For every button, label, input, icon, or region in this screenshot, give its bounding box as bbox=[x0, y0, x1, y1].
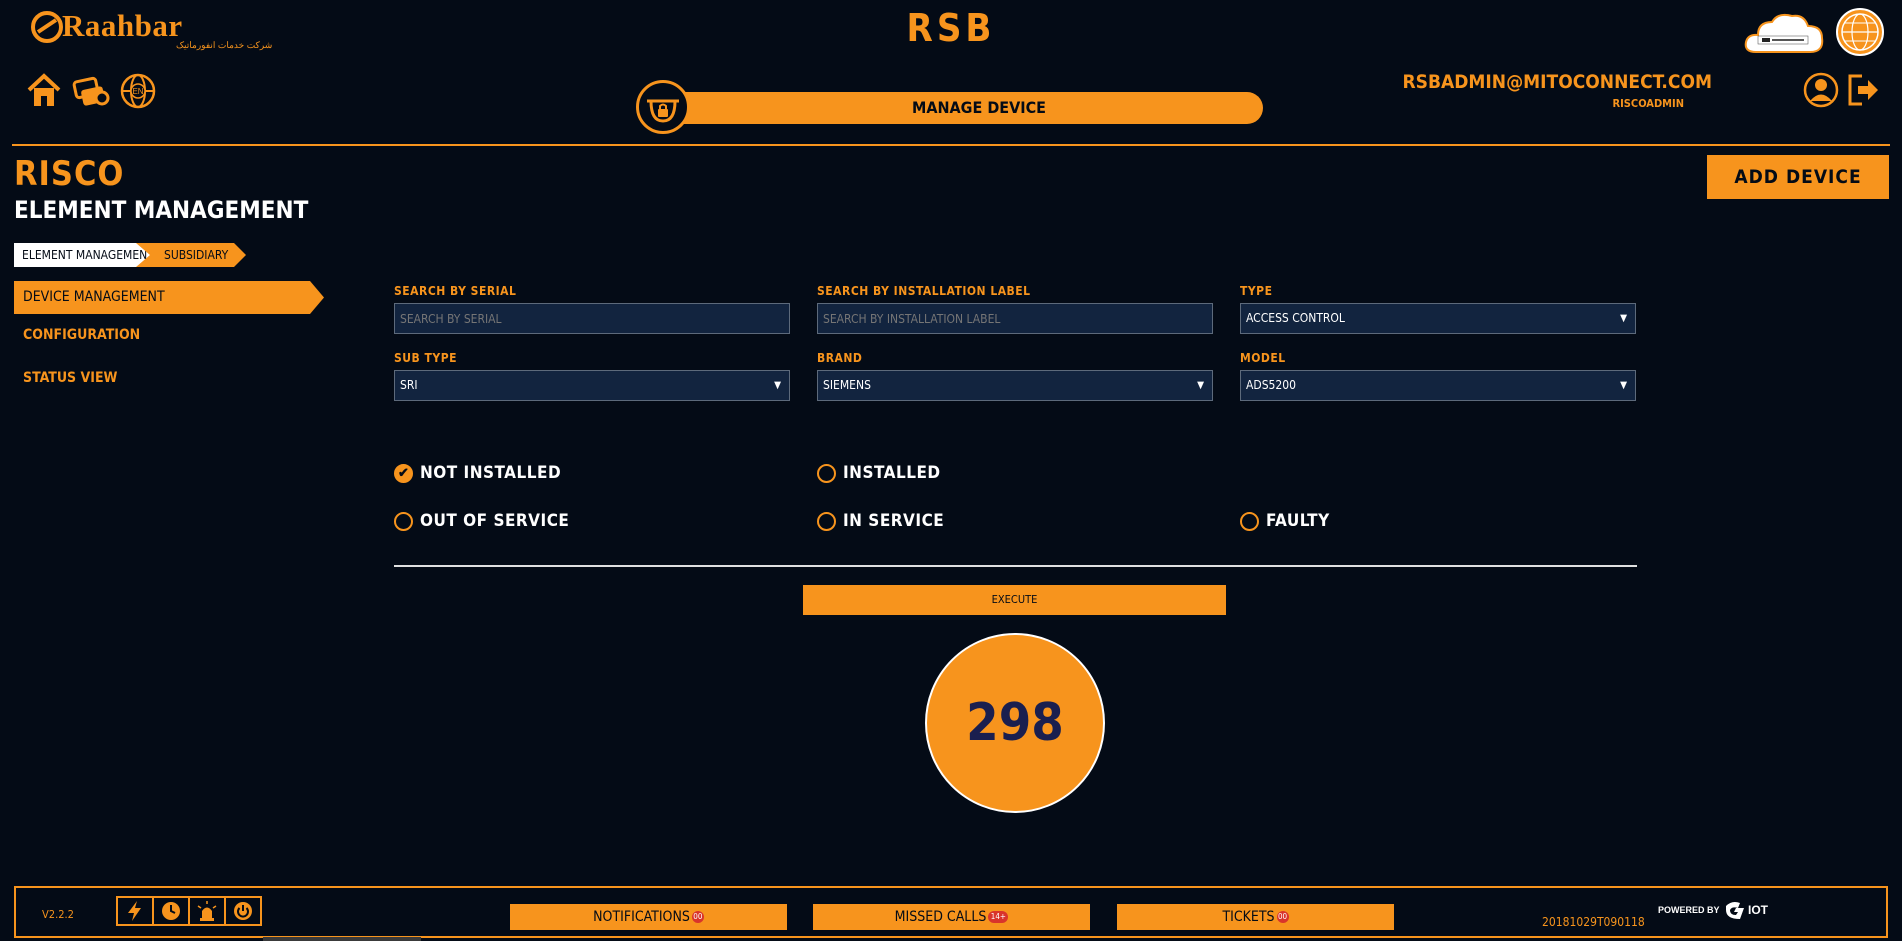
brand-label: BRAND bbox=[817, 351, 863, 365]
devices-icon[interactable] bbox=[72, 72, 110, 110]
language-globe-icon[interactable]: EN bbox=[119, 72, 157, 110]
chevron-down-icon: ▼ bbox=[1620, 380, 1627, 391]
page-title: ELEMENT MANAGEMENT bbox=[14, 196, 309, 224]
chevron-down-icon: ▼ bbox=[1197, 380, 1204, 391]
partner-logo-cloud bbox=[1742, 10, 1826, 56]
build-id: 20181029T090118 bbox=[1542, 915, 1645, 929]
installation-label-search-input[interactable] bbox=[817, 303, 1213, 334]
serial-search-input[interactable] bbox=[394, 303, 790, 334]
radio-not-installed[interactable] bbox=[394, 464, 413, 483]
notifications-button[interactable]: NOTIFICATIONS 00 bbox=[510, 904, 787, 930]
sidebar-item-device-management[interactable]: DEVICE MANAGEMENT bbox=[14, 281, 324, 314]
partner-logo-globe bbox=[1836, 8, 1884, 56]
chevron-down-icon: ▼ bbox=[1620, 313, 1627, 324]
tickets-button[interactable]: TICKETS 00 bbox=[1117, 904, 1394, 930]
brand-select[interactable]: SIEMENS ▼ bbox=[817, 370, 1213, 401]
tickets-label: TICKETS bbox=[1222, 909, 1275, 925]
radio-label-installed: INSTALLED bbox=[843, 463, 941, 483]
iot-logo-text: IOT bbox=[1748, 903, 1769, 917]
radio-out-of-service[interactable] bbox=[394, 512, 413, 531]
missed-calls-badge: 14+ bbox=[988, 911, 1009, 923]
powered-by-text: POWERED BY bbox=[1658, 905, 1720, 915]
logout-icon[interactable] bbox=[1846, 72, 1880, 108]
radio-in-service[interactable] bbox=[817, 512, 836, 531]
home-icon[interactable] bbox=[25, 72, 63, 110]
execute-button[interactable]: EXECUTE bbox=[803, 585, 1226, 615]
sidebar-item-configuration[interactable]: CONFIGURATION bbox=[23, 327, 140, 343]
clock-icon[interactable] bbox=[152, 896, 190, 926]
type-label: TYPE bbox=[1240, 284, 1273, 298]
module-title: MANAGE DEVICE bbox=[912, 98, 1046, 117]
alarm-icon[interactable] bbox=[188, 896, 226, 926]
add-device-button[interactable]: ADD DEVICE bbox=[1707, 155, 1889, 199]
radio-installed[interactable] bbox=[817, 464, 836, 483]
filters-divider bbox=[394, 565, 1637, 567]
serial-label: SEARCH BY SERIAL bbox=[394, 284, 517, 298]
sub-type-value: SRI bbox=[400, 378, 418, 392]
model-value: ADS5200 bbox=[1246, 378, 1297, 392]
chevron-down-icon: ▼ bbox=[774, 380, 781, 391]
cloud-icon bbox=[1744, 13, 1824, 53]
radio-faulty[interactable] bbox=[1240, 512, 1259, 531]
language-code: EN bbox=[132, 87, 143, 96]
breadcrumb-subsidiary[interactable]: SUBSIDIARY bbox=[136, 243, 246, 267]
user-profile-icon[interactable] bbox=[1803, 72, 1839, 108]
camera-icon bbox=[636, 80, 690, 134]
user-role: RISCOADMIN bbox=[1612, 97, 1685, 110]
powered-by-label: POWERED BY bbox=[1658, 905, 1720, 915]
missed-calls-button[interactable]: MISSED CALLS 14+ bbox=[813, 904, 1090, 930]
org-name: RISCO bbox=[14, 154, 125, 194]
header-divider bbox=[12, 144, 1890, 146]
app-title: RSB bbox=[906, 6, 996, 50]
horizontal-scrollbar[interactable] bbox=[263, 937, 421, 941]
install-label-label: SEARCH BY INSTALLATION LABEL bbox=[817, 284, 1031, 298]
lightning-icon[interactable] bbox=[116, 896, 154, 926]
globe-logo-icon bbox=[1841, 13, 1879, 51]
type-select[interactable]: ACCESS CONTROL ▼ bbox=[1240, 303, 1636, 334]
radio-label-in-service: IN SERVICE bbox=[843, 511, 945, 531]
brand-value: SIEMENS bbox=[823, 378, 871, 392]
sub-type-select[interactable]: SRI ▼ bbox=[394, 370, 790, 401]
notifications-label: NOTIFICATIONS bbox=[593, 909, 690, 925]
power-icon[interactable] bbox=[224, 896, 262, 926]
model-select[interactable]: ADS5200 ▼ bbox=[1240, 370, 1636, 401]
notifications-badge: 00 bbox=[691, 911, 704, 923]
sidebar-item-status-view[interactable]: STATUS VIEW bbox=[23, 370, 117, 386]
app-version: V2.2.2 bbox=[42, 908, 74, 921]
result-count: 298 bbox=[925, 633, 1105, 813]
user-email: RSBADMIN@MITOCONNECT.COM bbox=[1402, 71, 1712, 93]
type-value: ACCESS CONTROL bbox=[1246, 311, 1345, 325]
iot-logo: IOT bbox=[1724, 898, 1786, 920]
sub-type-label: SUB TYPE bbox=[394, 351, 457, 365]
model-label: MODEL bbox=[1240, 351, 1286, 365]
radio-label-faulty: FAULTY bbox=[1266, 511, 1330, 531]
tickets-badge: 00 bbox=[1276, 911, 1289, 923]
radio-label-out-of-service: OUT OF SERVICE bbox=[420, 511, 570, 531]
radio-label-not-installed: NOT INSTALLED bbox=[420, 463, 562, 483]
missed-calls-label: MISSED CALLS bbox=[894, 909, 987, 925]
